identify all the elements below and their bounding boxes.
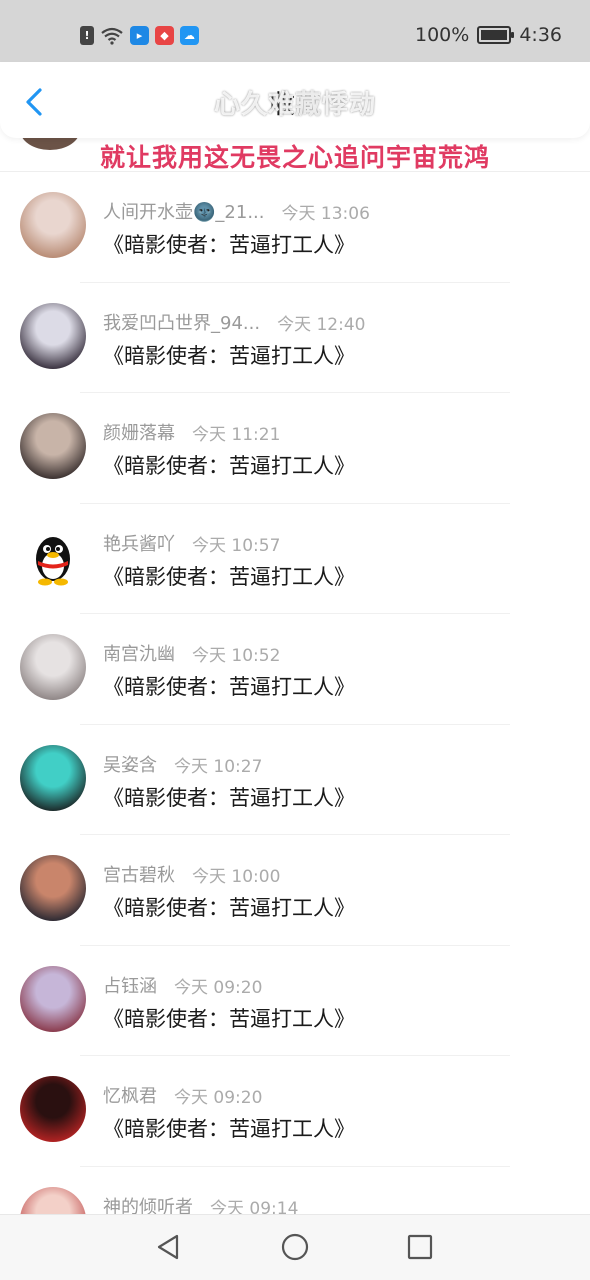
list-item[interactable]: 吴姿含 今天 10:27 《暗影使者：苦逼打工人》 <box>0 725 590 835</box>
avatar[interactable] <box>20 744 86 811</box>
app-red-icon: ◆ <box>155 26 174 45</box>
item-author-name: 人间开水壶🌚_21... <box>103 202 265 223</box>
avatar[interactable] <box>20 302 86 369</box>
avatar[interactable] <box>20 634 86 700</box>
avatar[interactable] <box>20 524 86 590</box>
item-timestamp: 今天 11:21 <box>192 425 281 445</box>
item-author-name: 忆枫君 <box>103 1086 157 1107</box>
wifi-icon <box>100 26 124 45</box>
item-message: 《暗影使者：苦逼打工人》 <box>103 233 355 257</box>
avatar[interactable] <box>20 1076 86 1142</box>
circle-home-icon <box>281 1233 309 1261</box>
battery-icon <box>477 26 515 44</box>
item-message: 《暗影使者：苦逼打工人》 <box>103 675 355 699</box>
list-item[interactable]: 宫古碧秋 今天 10:00 《暗影使者：苦逼打工人》 <box>0 835 590 946</box>
status-bar: ! ▸ ◆ ☁ 100% 4:36 <box>0 0 590 62</box>
item-timestamp: 今天 09:20 <box>174 977 263 998</box>
avatar[interactable] <box>20 855 86 921</box>
item-message: 《暗影使者：苦逼打工人》 <box>103 454 355 478</box>
item-author-name: 吴姿含 <box>103 754 157 776</box>
list-item[interactable]: 我爱凹凸世界_94... 今天 12:40 《暗影使者：苦逼打工人》 <box>0 283 590 393</box>
item-author-name: 我爱凹凸世界_94... <box>103 312 261 334</box>
item-message: 《暗影使者：苦逼打工人》 <box>103 564 355 589</box>
item-author-name: 颜姗落幕 <box>103 423 175 444</box>
item-timestamp: 今天 10:57 <box>192 535 281 556</box>
square-recents-icon <box>407 1234 433 1260</box>
item-message: 《暗影使者：苦逼打工人》 <box>103 785 355 810</box>
item-message: 《暗影使者：苦逼打工人》 <box>103 1117 355 1141</box>
item-message: 《暗影使者：苦逼打工人》 <box>103 343 355 368</box>
list-item[interactable]: 艳兵酱吖 今天 10:57 《暗影使者：苦逼打工人》 <box>0 504 590 614</box>
item-author-name: 艳兵酱吖 <box>103 533 175 555</box>
item-author-name: 宫古碧秋 <box>103 865 175 886</box>
avatar[interactable] <box>20 413 86 479</box>
app-blue-icon: ▸ <box>130 26 149 45</box>
list-item[interactable]: 忆枫君 今天 09:20 《暗影使者：苦逼打工人》 <box>0 1056 590 1167</box>
alert-icon: ! <box>80 26 94 45</box>
app-header: 收藏 心久难藏悸动 <box>0 62 590 138</box>
watermark-overlay-text: 心久难藏悸动 <box>213 90 376 120</box>
list-item[interactable]: 南宫氿幽 今天 10:52 《暗影使者：苦逼打工人》 <box>0 614 590 725</box>
avatar[interactable] <box>20 192 86 258</box>
list-item[interactable]: 占钰涵 今天 09:20 《暗影使者：苦逼打工人》 <box>0 946 590 1056</box>
list-item[interactable]: 人间开水壶🌚_21... 今天 13:06 《暗影使者：苦逼打工人》 <box>0 172 590 283</box>
system-nav-bar <box>0 1214 590 1280</box>
status-right: 100% 4:36 <box>415 24 562 46</box>
item-message: 《暗影使者：苦逼打工人》 <box>103 896 355 920</box>
nav-recents-button[interactable] <box>402 1229 438 1265</box>
nav-home-button[interactable] <box>277 1229 313 1265</box>
triangle-back-icon <box>157 1234 179 1260</box>
item-timestamp: 今天 10:00 <box>192 867 281 887</box>
item-timestamp: 今天 10:27 <box>174 756 263 777</box>
status-left-icons: ! ▸ ◆ ☁ <box>80 26 199 45</box>
item-timestamp: 今天 12:40 <box>277 314 366 335</box>
banner-text: 就让我用这无畏之心追问宇宙荒鸿 <box>99 143 490 172</box>
item-timestamp: 今天 13:06 <box>281 204 370 224</box>
nav-back-button[interactable] <box>150 1229 186 1265</box>
item-message: 《暗影使者：苦逼打工人》 <box>103 1006 355 1031</box>
item-author-name: 占钰涵 <box>103 975 157 997</box>
weather-icon: ☁ <box>180 26 199 45</box>
battery-percent: 100% <box>415 24 470 46</box>
item-timestamp: 今天 10:52 <box>192 646 281 666</box>
clock: 4:36 <box>519 24 562 46</box>
avatar[interactable] <box>20 965 86 1032</box>
list-item[interactable]: 颜姗落幕 今天 11:21 《暗影使者：苦逼打工人》 <box>0 393 590 504</box>
favorites-list: 人间开水壶🌚_21... 今天 13:06 《暗影使者：苦逼打工人》 我爱凹凸世界_9… <box>0 172 590 1277</box>
item-author-name: 南宫氿幽 <box>103 644 175 665</box>
item-timestamp: 今天 09:20 <box>174 1088 263 1108</box>
